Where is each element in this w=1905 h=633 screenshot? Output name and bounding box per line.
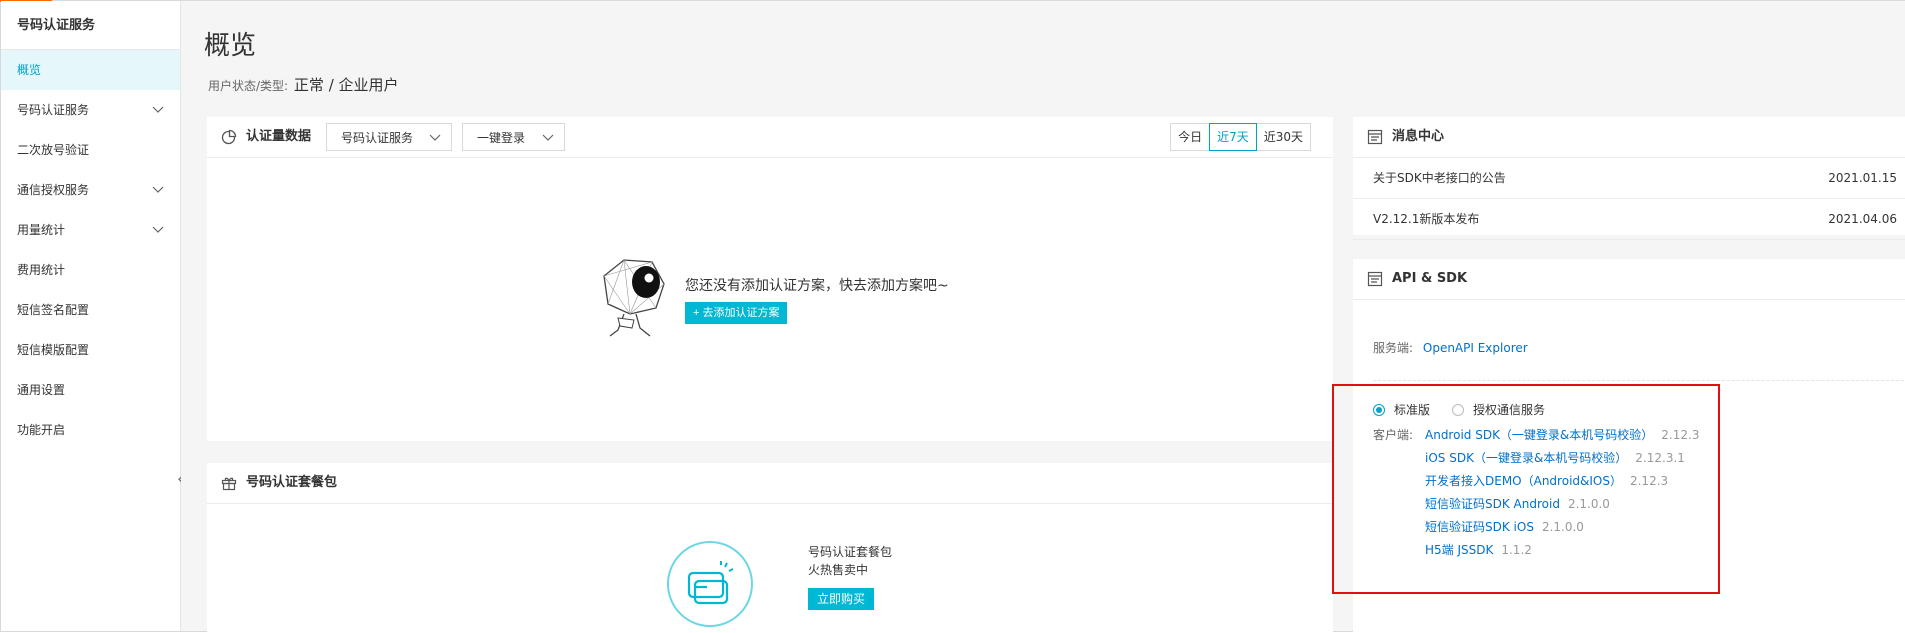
sdk-download-link[interactable]: 开发者接入DEMO（Android&IOS） <box>1425 474 1622 488</box>
sidebar-item-label: 概览 <box>17 63 42 77</box>
notice-icon <box>1367 129 1383 145</box>
sdk-row: H5端 JSSDK 1.1.2 <box>1373 541 1532 558</box>
edition-radio[interactable] <box>1373 403 1385 416</box>
sdk-row: 开发者接入DEMO（Android&IOS） 2.12.3 <box>1373 472 1668 489</box>
sdk-version: 1.1.2 <box>1501 543 1532 557</box>
sidebar-item-label: 短信模版配置 <box>17 343 90 357</box>
sdk-row: 短信验证码SDK Android 2.1.0.0 <box>1373 495 1610 512</box>
chevron-down-icon <box>152 226 164 233</box>
add-plan-button[interactable]: + 去添加认证方案 <box>685 302 788 324</box>
sdk-row: 客户端: Android SDK（一键登录&本机号码校验） 2.12.3 <box>1373 426 1699 443</box>
sidebar-item-label: 通信授权服务 <box>17 183 90 197</box>
sidebar-item[interactable]: 短信模版配置 <box>1 330 180 370</box>
sdk-row: 短信验证码SDK iOS 2.1.0.0 <box>1373 518 1584 535</box>
empty-state-text: 您还没有添加认证方案，快去添加方案吧~ <box>685 278 949 294</box>
sidebar-item[interactable]: 费用统计 <box>1 250 180 290</box>
sdk-download-link[interactable]: Android SDK（一键登录&本机号码校验） <box>1425 428 1653 442</box>
edition-label[interactable]: 授权通信服务 <box>1473 401 1545 418</box>
sdk-version: 2.1.0.0 <box>1567 497 1610 511</box>
sidebar-item-label: 二次放号验证 <box>17 143 90 157</box>
robot-illustration-icon <box>603 259 665 337</box>
api-sdk-title: API & SDK <box>1392 271 1468 286</box>
package-subtitle: 火热售卖中 <box>808 563 869 577</box>
message-item[interactable]: 关于SDK中老接口的公告 2021.01.15 <box>1353 158 1905 199</box>
sidebar-item-label: 通用设置 <box>17 383 66 397</box>
sdk-download-link[interactable]: 短信验证码SDK iOS <box>1425 520 1534 534</box>
message-title: V2.12.1新版本发布 <box>1373 212 1480 226</box>
edition-label[interactable]: 标准版 <box>1394 401 1430 418</box>
divider <box>1373 380 1905 381</box>
user-status-value: 正常 / 企业用户 <box>293 76 399 94</box>
sidebar-item-label: 费用统计 <box>17 263 66 277</box>
sdk-version: 2.12.3 <box>1661 428 1700 442</box>
package-card: 号码认证套餐包 号码认证套餐包 火热售卖中 立即购买 <box>207 463 1333 633</box>
sdk-row: iOS SDK（一键登录&本机号码校验） 2.12.3.1 <box>1373 449 1685 466</box>
buy-now-button[interactable]: 立即购买 <box>808 588 875 610</box>
gift-icon <box>221 477 237 491</box>
auth-stats-card: 认证量数据 号码认证服务 一键登录 今日 近7天 近30天 您还没有添加认证方案，快… <box>207 117 1333 441</box>
sidebar-item-label: 用量统计 <box>17 223 66 237</box>
sidebar-item-label: 短信签名配置 <box>17 303 90 317</box>
message-list: 关于SDK中老接口的公告 2021.01.15 V2.12.1新版本发布 2021.0… <box>1353 158 1905 240</box>
message-center-header: 消息中心 <box>1353 117 1905 158</box>
sdk-download-link[interactable]: H5端 JSSDK <box>1425 543 1493 557</box>
sidebar-item-label: 号码认证服务 <box>17 103 90 117</box>
message-title: 关于SDK中老接口的公告 <box>1373 171 1506 185</box>
message-date: 2021.01.15 <box>1828 171 1897 185</box>
server-label: 服务端: <box>1373 341 1414 355</box>
openapi-explorer-link[interactable]: OpenAPI Explorer <box>1423 341 1528 355</box>
sdk-download-link[interactable]: 短信验证码SDK Android <box>1425 497 1560 511</box>
sidebar-item[interactable]: 二次放号验证 <box>1 130 180 170</box>
sdk-version: 2.1.0.0 <box>1541 520 1584 534</box>
page-title: 概览 <box>204 31 257 61</box>
sidebar-item[interactable]: 短信签名配置 <box>1 290 180 330</box>
user-status: 用户状态/类型: 正常 / 企业用户 <box>208 74 399 95</box>
sidebar-item-label: 功能开启 <box>17 423 66 437</box>
package-name: 号码认证套餐包 <box>808 545 893 559</box>
sidebar-item[interactable]: 用量统计 <box>1 210 180 250</box>
sidebar-item[interactable]: 通用设置 <box>1 370 180 410</box>
user-status-label: 用户状态/类型: <box>208 79 289 93</box>
range-button[interactable]: 近7天 <box>1209 123 1257 151</box>
document-icon <box>1367 271 1383 287</box>
sidebar-item[interactable]: 通信授权服务 <box>1 170 180 210</box>
sdk-download-link[interactable]: iOS SDK（一键登录&本机号码校验） <box>1425 451 1627 465</box>
package-card-header: 号码认证套餐包 <box>207 463 1333 504</box>
sidebar-item[interactable]: 功能开启 <box>1 410 180 450</box>
sidebar-item[interactable]: 概览 <box>1 50 180 90</box>
server-row: 服务端: OpenAPI Explorer <box>1373 339 1528 356</box>
api-sdk-header: API & SDK <box>1353 259 1905 300</box>
edition-radio[interactable] <box>1452 403 1465 416</box>
sdk-version: 2.12.3.1 <box>1635 451 1685 465</box>
edition-radio-group: 标准版 授权通信服务 <box>1373 401 1567 418</box>
chevron-down-icon <box>152 106 164 113</box>
sidebar-title: 号码认证服务 <box>1 1 180 50</box>
empty-state: 您还没有添加认证方案，快去添加方案吧~ + 去添加认证方案 <box>207 117 1333 441</box>
chevron-down-icon <box>152 186 164 193</box>
message-date: 2021.04.06 <box>1828 212 1897 226</box>
sidebar-nav: 概览号码认证服务 二次放号验证 通信授权服务 用量统计费用统计短信签名配置 短信模版配置… <box>1 50 180 450</box>
message-item[interactable]: V2.12.1新版本发布 2021.04.06 <box>1353 199 1905 240</box>
package-icon <box>667 541 753 627</box>
main-content: 概览 用户状态/类型: 正常 / 企业用户 认证量数据 号码认证服务 一键登录 … <box>181 1 1905 633</box>
package-card-title: 号码认证套餐包 <box>246 475 338 490</box>
sdk-version: 2.12.3 <box>1629 474 1669 488</box>
message-center-title: 消息中心 <box>1392 129 1445 144</box>
message-center-card: 消息中心 关于SDK中老接口的公告 2021.01.15 V2.12.1新版本发布 2… <box>1353 117 1905 240</box>
api-sdk-card: API & SDK 服务端: OpenAPI Explorer 标准版 授权通信服… <box>1353 259 1905 633</box>
client-label: 客户端: <box>1373 428 1414 442</box>
sidebar-item[interactable]: 号码认证服务 <box>1 90 180 130</box>
sidebar: 号码认证服务 概览 号码认证服务 二次放号验证 通信授权服务 用量统计 费用统计 短信签名配… <box>1 1 187 631</box>
